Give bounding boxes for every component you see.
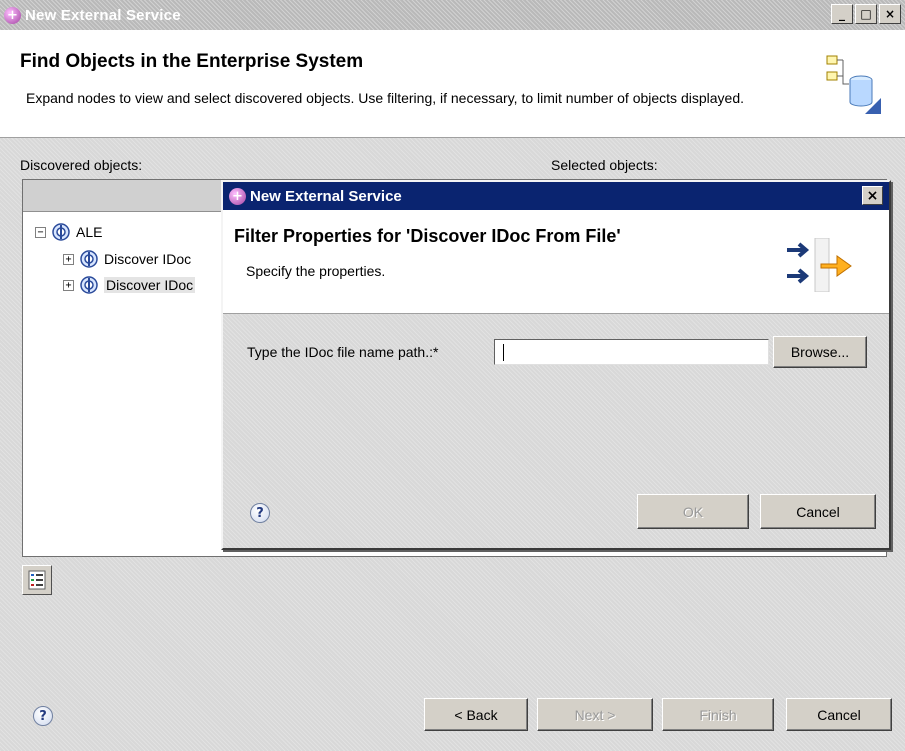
- dialog-close-button[interactable]: ×: [862, 186, 883, 205]
- wizard-header: Find Objects in the Enterprise System Ex…: [0, 30, 905, 138]
- collapse-icon[interactable]: −: [35, 226, 46, 238]
- tree-node-label: Discover IDoc: [104, 277, 196, 293]
- dialog-header: Filter Properties for 'Discover IDoc Fro…: [223, 210, 889, 314]
- sap-node-icon: [52, 223, 70, 241]
- finish-button[interactable]: Finish: [662, 698, 774, 731]
- import-arrows-icon: [785, 237, 855, 295]
- app-icon: +: [4, 6, 21, 24]
- next-button[interactable]: Next >: [537, 698, 653, 731]
- cancel-button[interactable]: Cancel: [786, 698, 892, 731]
- idoc-file-path-input[interactable]: [494, 339, 769, 365]
- idoc-file-path-label: Type the IDoc file name path.:*: [247, 344, 439, 360]
- dialog-title: New External Service: [250, 187, 402, 205]
- expand-icon[interactable]: +: [63, 253, 74, 265]
- ok-button[interactable]: OK: [637, 494, 749, 529]
- outer-title-bar[interactable]: + New External Service _ □ ×: [0, 0, 905, 30]
- dialog-header-title: Filter Properties for 'Discover IDoc Fro…: [234, 226, 621, 246]
- filter-button[interactable]: [22, 565, 52, 595]
- sap-node-icon: [80, 250, 98, 268]
- filter-icon: [28, 570, 46, 590]
- text-caret: [503, 344, 504, 361]
- help-icon[interactable]: ?: [33, 706, 53, 726]
- sap-node-icon: [80, 276, 98, 294]
- back-button[interactable]: < Back: [424, 698, 528, 731]
- database-icon: [825, 54, 883, 119]
- dialog-help-icon[interactable]: ?: [250, 503, 270, 523]
- wizard-page-description: Expand nodes to view and select discover…: [26, 90, 744, 106]
- app-icon: +: [229, 187, 246, 205]
- wizard-page-title: Find Objects in the Enterprise System: [20, 51, 364, 72]
- filter-properties-dialog[interactable]: + New External Service × Filter Properti…: [221, 180, 891, 550]
- tree-node-ale[interactable]: − ALE: [35, 222, 102, 242]
- outer-window-title: New External Service: [25, 6, 181, 24]
- discovered-objects-label: Discovered objects:: [20, 157, 143, 173]
- dialog-cancel-button[interactable]: Cancel: [760, 494, 876, 529]
- close-button[interactable]: ×: [879, 4, 901, 24]
- expand-icon[interactable]: +: [63, 279, 74, 291]
- tree-node-label: ALE: [76, 224, 103, 240]
- tree-node-discover-idoc-from-file[interactable]: + Discover IDoc: [63, 275, 196, 295]
- browse-button[interactable]: Browse...: [773, 336, 867, 368]
- tree-node-discover-idoc[interactable]: + Discover IDoc: [63, 249, 191, 269]
- dialog-title-bar[interactable]: + New External Service ×: [223, 182, 889, 210]
- selected-objects-label: Selected objects:: [551, 157, 658, 173]
- tree-node-label: Discover IDoc: [104, 251, 192, 267]
- maximize-button[interactable]: □: [855, 4, 877, 24]
- dialog-header-description: Specify the properties.: [246, 263, 386, 279]
- minimize-button[interactable]: _: [831, 4, 853, 24]
